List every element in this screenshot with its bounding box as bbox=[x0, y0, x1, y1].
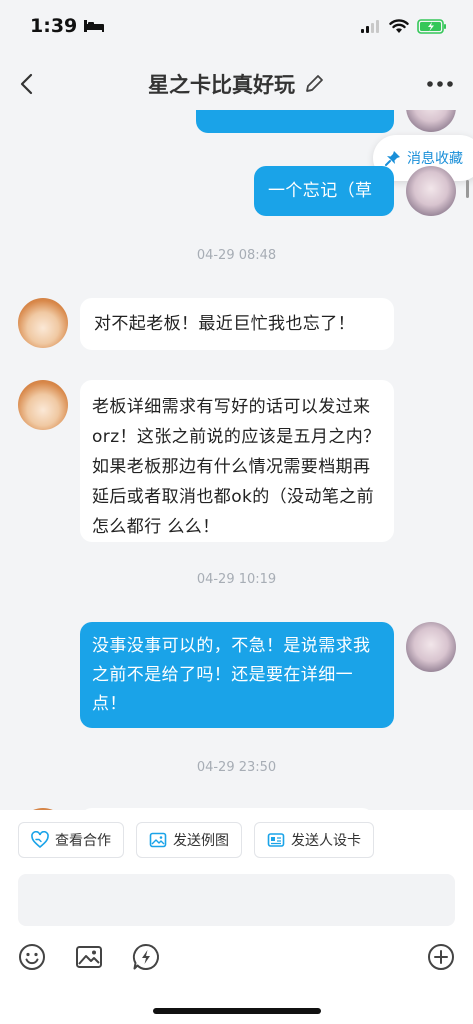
status-time: 1:39 bbox=[30, 15, 78, 37]
send-example-image-button[interactable]: 发送例图 bbox=[136, 822, 242, 858]
timestamp: 04-29 23:50 bbox=[196, 760, 277, 775]
status-icons bbox=[361, 18, 447, 34]
status-time-group: 1:39 bbox=[30, 15, 105, 37]
my-avatar[interactable] bbox=[406, 110, 456, 132]
contact-avatar[interactable] bbox=[18, 298, 68, 348]
home-indicator bbox=[153, 1008, 321, 1014]
edit-pencil-icon[interactable] bbox=[303, 73, 325, 95]
bookmark-label: 消息收藏 bbox=[407, 151, 463, 167]
send-character-card-label: 发送人设卡 bbox=[291, 833, 361, 849]
my-avatar[interactable] bbox=[406, 622, 456, 672]
bed-icon bbox=[84, 20, 105, 32]
status-bar: 1:39 bbox=[0, 0, 473, 52]
more-options-icon[interactable] bbox=[425, 72, 455, 96]
scroll-indicator bbox=[466, 180, 469, 198]
input-toolbar bbox=[0, 938, 473, 978]
chat-title[interactable]: 星之卡比真好玩 bbox=[148, 69, 325, 99]
input-panel: 查看合作 发送例图 发送人设卡 bbox=[0, 810, 473, 1024]
send-character-card-button[interactable]: 发送人设卡 bbox=[254, 822, 374, 858]
my-avatar[interactable] bbox=[406, 166, 456, 216]
image-icon bbox=[149, 832, 167, 848]
timestamp: 04-29 10:19 bbox=[196, 572, 277, 587]
timestamp: 04-29 08:48 bbox=[196, 248, 277, 263]
chat-title-text: 星之卡比真好玩 bbox=[148, 73, 295, 97]
message-bubble-outgoing[interactable]: 没事没事可以的，不急！是说需求我之前不是给了吗！还是要在详细一点！ bbox=[80, 622, 394, 728]
battery-charging-icon bbox=[417, 18, 446, 34]
contact-avatar[interactable] bbox=[18, 380, 68, 430]
lightning-bubble-icon[interactable] bbox=[131, 942, 161, 972]
message-bubble-incoming[interactable]: 老板详细需求有写好的话可以发过来orz！这张之前说的应该是五月之内？如果老板那边… bbox=[80, 380, 394, 542]
message-input[interactable] bbox=[18, 874, 455, 926]
message-bubble-incoming[interactable]: 对不起老板！最近巨忙我也忘了！ bbox=[80, 298, 394, 350]
heart-handshake-icon bbox=[31, 831, 49, 849]
pin-icon bbox=[385, 151, 400, 166]
chat-message-list[interactable]: 老师是最近开始吗？ 消息收藏 一个忘记（草 04-29 08:48 对不起老板！… bbox=[0, 110, 473, 810]
signal-icon bbox=[361, 20, 379, 33]
image-icon[interactable] bbox=[74, 942, 104, 972]
nav-bar: 星之卡比真好玩 bbox=[0, 58, 473, 110]
id-card-icon bbox=[267, 833, 285, 847]
view-cooperation-label: 查看合作 bbox=[55, 833, 111, 849]
view-cooperation-button[interactable]: 查看合作 bbox=[18, 822, 124, 858]
quick-actions: 查看合作 发送例图 发送人设卡 bbox=[18, 822, 374, 858]
send-example-image-label: 发送例图 bbox=[173, 833, 229, 849]
back-arrow-icon[interactable] bbox=[14, 70, 42, 98]
message-bubble-outgoing[interactable]: 一个忘记（草 bbox=[254, 166, 394, 216]
wifi-icon bbox=[389, 18, 409, 33]
plus-circle-icon[interactable] bbox=[426, 942, 456, 972]
message-bubble-outgoing[interactable]: 老师是最近开始吗？ bbox=[196, 110, 394, 133]
emoji-icon[interactable] bbox=[17, 942, 47, 972]
